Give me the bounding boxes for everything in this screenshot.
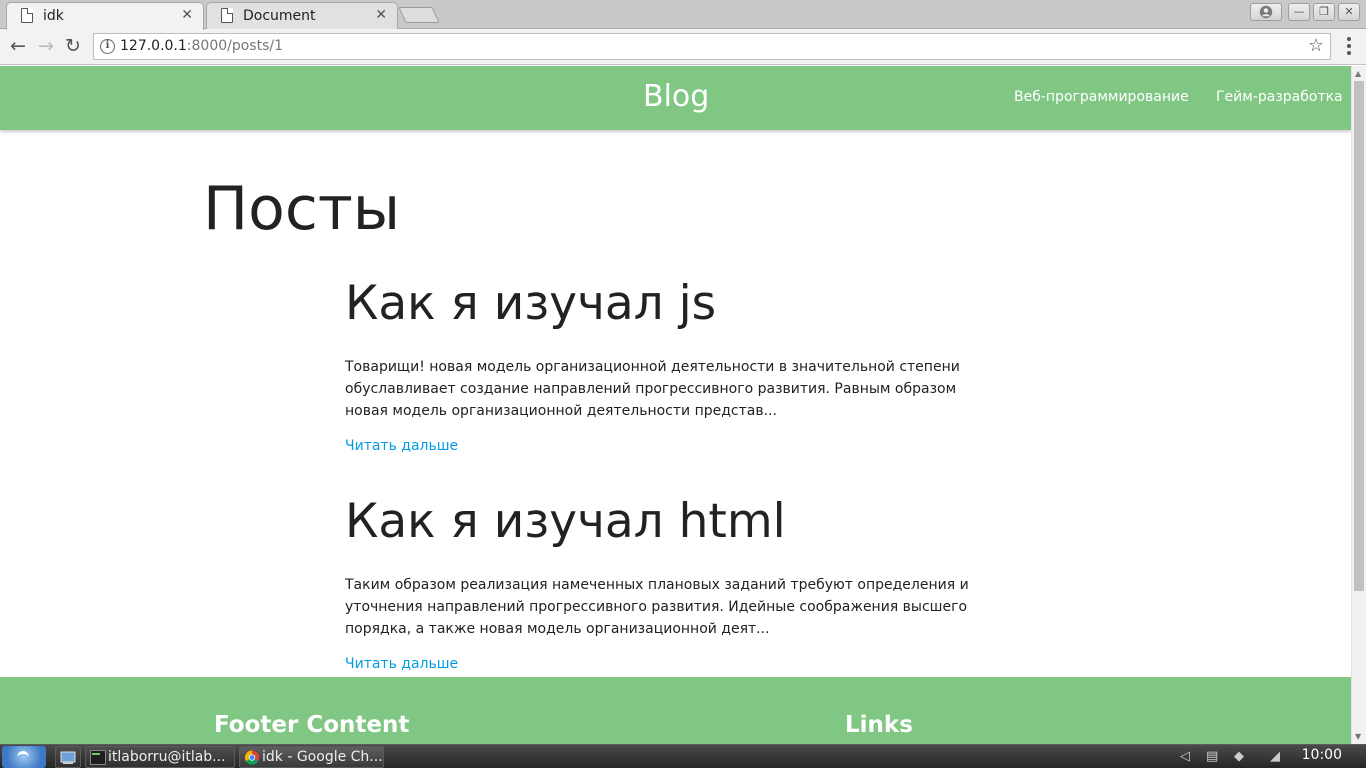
maximize-button[interactable]: ❐ [1313, 3, 1335, 21]
document-icon [221, 8, 233, 23]
close-window-button[interactable]: ✕ [1338, 3, 1360, 21]
url-host: 127.0.0.1 [120, 38, 187, 54]
clock[interactable]: 10:00 [1302, 747, 1342, 763]
read-more-link[interactable]: Читать дальше [345, 438, 458, 454]
user-icon [1259, 5, 1273, 19]
page-viewport: Blog Веб-программирование Гейм-разработк… [0, 66, 1351, 744]
close-icon[interactable]: ✕ [181, 7, 193, 23]
info-icon[interactable]: i [100, 39, 115, 54]
post-title: Как я изучал js [345, 276, 717, 331]
terminal-icon [90, 750, 106, 765]
read-more-link[interactable]: Читать дальше [345, 656, 458, 672]
profile-button[interactable] [1250, 3, 1282, 21]
footer-content-heading: Footer Content [214, 712, 410, 738]
tab-title: idk [43, 8, 64, 24]
page-title: Посты [203, 174, 401, 244]
new-tab-button[interactable] [398, 7, 440, 23]
tab-title: Document [243, 8, 316, 24]
network-icon[interactable]: ▤ [1206, 749, 1218, 764]
brand-logo-link[interactable]: Blog [643, 79, 709, 114]
site-navbar: Blog Веб-программирование Гейм-разработк… [0, 66, 1351, 130]
taskbar-item-terminal[interactable]: itlaborru@itlab... [85, 746, 235, 768]
site-footer: Footer Content Links [0, 677, 1351, 744]
url-path: :8000/posts/1 [186, 38, 284, 54]
taskbar-item-chrome[interactable]: idk - Google Ch... [239, 746, 384, 768]
footer-links-heading: Links [845, 712, 913, 738]
post-excerpt: Таким образом реализация намеченных план… [345, 577, 969, 637]
browser-toolbar: ← → ↻ i 127.0.0.1:8000/posts/1 ☆ [0, 29, 1366, 65]
reload-button[interactable]: ↻ [62, 36, 84, 58]
signal-icon[interactable]: ◢ [1270, 749, 1280, 764]
scroll-up-icon[interactable]: ▲ [1355, 69, 1361, 78]
start-menu-button[interactable] [2, 746, 46, 768]
chrome-icon [244, 750, 260, 765]
url-text: 127.0.0.1:8000/posts/1 [120, 38, 283, 54]
browser-menu-button[interactable] [1342, 37, 1356, 57]
forward-button[interactable]: → [35, 36, 57, 58]
desktop-icon [60, 751, 76, 764]
document-icon [21, 8, 33, 23]
browser-tab-strip: idk ✕ Document ✕ — ❐ ✕ [0, 0, 1366, 30]
address-bar[interactable]: i 127.0.0.1:8000/posts/1 ☆ [93, 33, 1331, 60]
volume-icon[interactable]: ◁ [1180, 749, 1190, 764]
back-button[interactable]: ← [7, 36, 29, 58]
tab-document[interactable]: Document ✕ [206, 2, 398, 29]
taskbar-item-label: idk - Google Ch... [262, 749, 383, 765]
bookmark-star-icon[interactable]: ☆ [1308, 35, 1324, 56]
nav-link-web-programming[interactable]: Веб-программирование [1014, 89, 1189, 105]
os-taskbar: itlaborru@itlab... idk - Google Ch... ◁ … [0, 744, 1366, 768]
show-desktop-button[interactable] [55, 746, 81, 768]
post-excerpt: Товарищи! новая модель организационной д… [345, 359, 960, 419]
nav-link-game-dev[interactable]: Гейм-разработка [1216, 89, 1343, 105]
dropbox-icon[interactable]: ◆ [1234, 749, 1244, 764]
scrollbar-thumb[interactable] [1354, 81, 1364, 591]
post-title: Как я изучал html [345, 494, 786, 549]
tab-idk[interactable]: idk ✕ [6, 2, 204, 30]
scroll-down-icon[interactable]: ▼ [1355, 732, 1361, 741]
close-icon[interactable]: ✕ [375, 7, 387, 23]
taskbar-item-label: itlaborru@itlab... [108, 749, 226, 765]
page-scrollbar[interactable]: ▲ ▼ [1351, 66, 1366, 744]
minimize-button[interactable]: — [1288, 3, 1310, 21]
